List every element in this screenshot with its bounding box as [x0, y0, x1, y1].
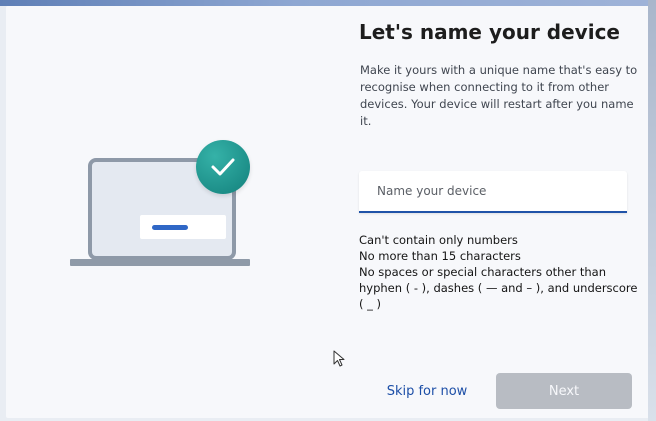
name-field-graphic: [140, 215, 226, 239]
laptop-base: [70, 259, 250, 266]
page-title: Let's name your device: [359, 20, 620, 44]
next-button[interactable]: Next: [496, 373, 632, 409]
rule-item: No spaces or special characters other th…: [359, 265, 638, 311]
rule-item: Can't contain only numbers: [359, 233, 518, 247]
mouse-cursor-icon: [333, 350, 345, 372]
window-edge: [648, 0, 656, 421]
skip-for-now-button[interactable]: Skip for now: [378, 377, 476, 405]
laptop-illustration: [70, 140, 260, 270]
device-name-input[interactable]: [359, 171, 627, 213]
naming-rules: Can't contain only numbers No more than …: [359, 232, 643, 312]
page-description: Make it yours with a unique name that's …: [360, 63, 638, 128]
rule-item: No more than 15 characters: [359, 249, 521, 263]
text-cursor-graphic: [152, 225, 188, 230]
checkmark-icon: [196, 140, 250, 194]
